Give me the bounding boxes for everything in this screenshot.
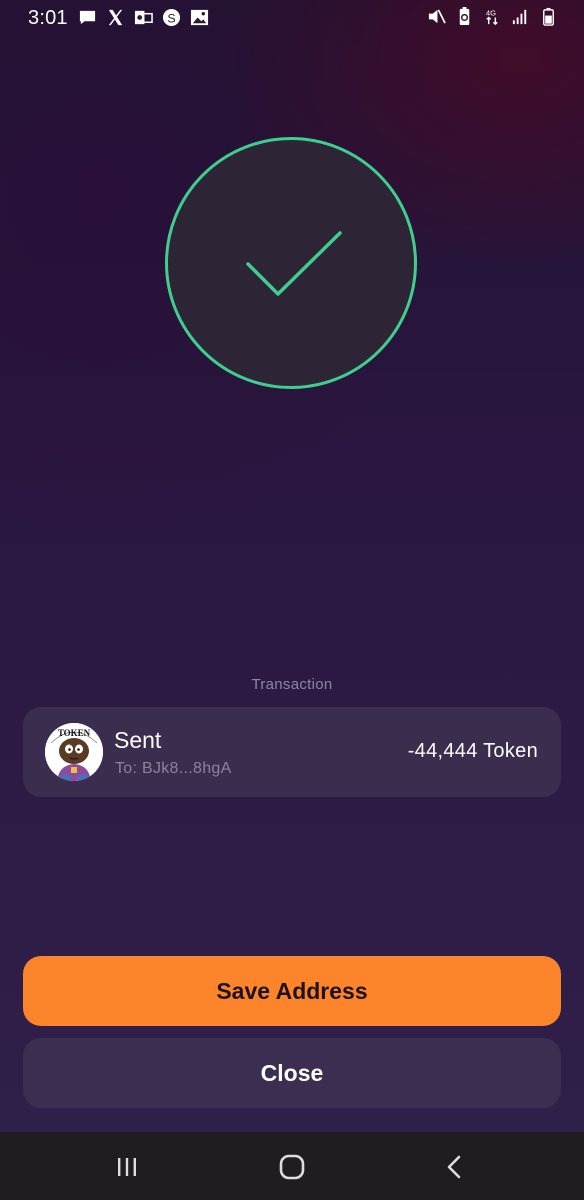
- token-avatar: TOKEN: [45, 723, 103, 781]
- transaction-title: Sent: [114, 727, 162, 753]
- success-indicator: [165, 137, 417, 389]
- checkmark-icon: [246, 231, 342, 296]
- status-time: 3:01: [28, 7, 68, 29]
- transaction-recipient: To: BJk8...8hgA: [115, 760, 232, 777]
- mute-icon: [428, 9, 446, 24]
- transaction-section-label: Transaction: [251, 676, 333, 693]
- outlook-icon: [134, 10, 153, 25]
- message-icon: [79, 10, 96, 25]
- status-bar: 3:01 S 4G: [0, 0, 584, 36]
- home-icon[interactable]: [277, 1152, 307, 1182]
- data-icon: 4G: [486, 9, 498, 26]
- x-icon: [108, 9, 123, 26]
- system-nav-bar: [0, 1132, 584, 1200]
- svg-text:S: S: [167, 11, 175, 25]
- back-icon[interactable]: [440, 1152, 470, 1182]
- s-app-icon: S: [162, 8, 181, 27]
- battery-saver-icon: [459, 7, 470, 26]
- success-screen: 3:01 S 4G Transaction TOKEN Sent To: BJk…: [0, 0, 584, 1132]
- recent-apps-icon[interactable]: [112, 1152, 142, 1182]
- svg-text:TOKEN: TOKEN: [58, 728, 91, 738]
- battery-icon: [543, 7, 554, 26]
- gallery-icon: [190, 9, 209, 26]
- svg-text:4G: 4G: [486, 9, 496, 18]
- signal-icon: [512, 9, 527, 25]
- save-address-button[interactable]: Save Address: [23, 956, 561, 1026]
- transaction-amount: -44,444 Token: [407, 740, 538, 762]
- transaction-card[interactable]: TOKEN Sent To: BJk8...8hgA -44,444 Token: [23, 707, 561, 797]
- close-button[interactable]: Close: [23, 1038, 561, 1108]
- token-avatar-image: TOKEN: [45, 723, 103, 781]
